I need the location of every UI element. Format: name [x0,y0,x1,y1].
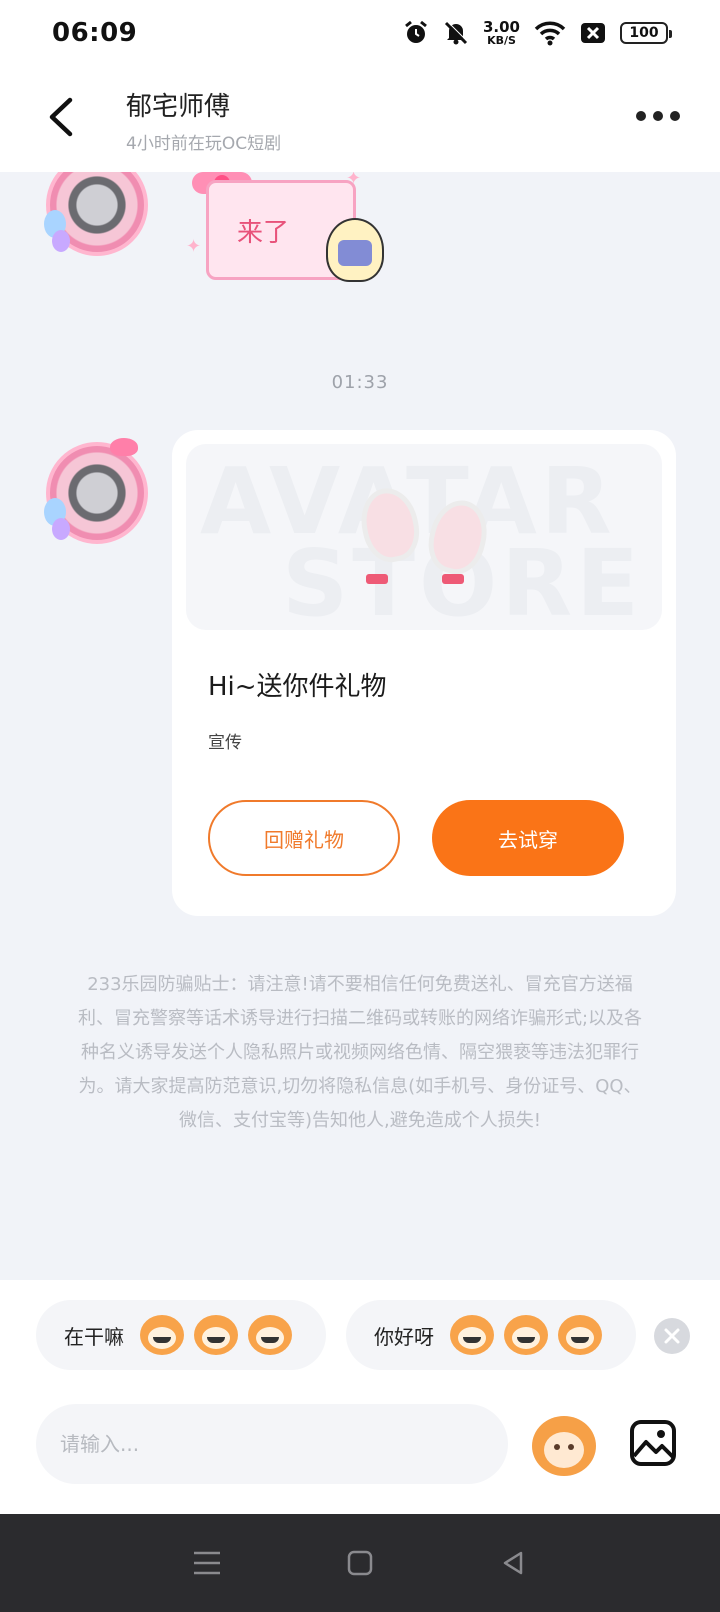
gift-title: Hi~送你件礼物 [208,672,387,702]
menu-icon [193,1551,220,1575]
more-dots-icon [636,111,646,121]
back-nav-button[interactable] [493,1543,533,1583]
more-options-button[interactable] [636,104,680,128]
alarm-icon [405,20,427,43]
image-icon [630,1420,676,1466]
chat-header: 郁宅师傅 4小时前在玩OC短剧 [0,66,720,172]
try-on-button[interactable]: 去试穿 [432,800,624,876]
sticker-message[interactable]: 来了 ✦ ✦ [186,172,398,298]
menu-nav-button[interactable] [187,1543,227,1583]
sim-off-icon [581,23,605,43]
network-speed: 3.00 KB/S [482,18,520,47]
mascot-emoji-icon [558,1315,602,1355]
quick-reply-label: 在干嘛 [64,1324,124,1349]
title-block: 郁宅师傅 4小时前在玩OC短剧 [126,86,281,154]
sticker-character [326,218,384,282]
image-picker-button[interactable] [628,1418,678,1468]
mascot-emoji-icon [194,1315,238,1355]
sparkle-icon: ✦ [186,236,202,257]
contact-name: 郁宅师傅 [126,92,231,122]
status-time: 06:09 [52,18,138,48]
gift-banner: AVATAR STORE [186,444,662,630]
anti-fraud-notice: 233乐园防骗贴士：请注意!请不要相信任何免费送礼、冒充官方送福利、冒充警察等话… [77,974,643,1131]
home-nav-button[interactable] [340,1543,380,1583]
battery-icon: 100 [620,22,672,44]
chat-messages[interactable]: 来了 ✦ ✦ 01:33 AVATAR STORE Hi~送你件礼物 宣传 回赠… [0,172,720,1280]
quick-reply-chip[interactable]: 你好呀 [346,1300,636,1370]
mascot-emoji-icon [450,1315,494,1355]
close-quick-replies-button[interactable] [654,1318,690,1354]
network-speed-unit: KB/S [487,34,516,47]
mascot-emoji-icon [248,1315,292,1355]
home-square-icon [347,1550,373,1576]
wifi-icon [534,21,566,46]
input-bar [0,1372,720,1514]
contact-status: 4小时前在玩OC短剧 [126,134,282,154]
mute-icon [444,21,468,45]
back-button[interactable] [42,94,82,140]
quick-reply-label: 你好呀 [374,1324,434,1349]
mascot-emoji-icon [140,1315,184,1355]
sticker-text: 来了 [236,217,289,248]
quick-reply-bar: 在干嘛 你好呀 [0,1280,720,1372]
quick-reply-chip[interactable]: 在干嘛 [36,1300,326,1370]
chevron-left-icon [49,97,73,137]
system-nav-bar [0,1514,720,1612]
contact-avatar[interactable] [44,172,148,256]
gift-tag: 宣传 [208,733,242,753]
status-icons: 3.00 KB/S 100 [403,18,672,47]
mascot-emoji-icon [504,1315,548,1355]
network-speed-value: 3.00 [482,18,520,36]
status-bar: 06:09 3.00 KB/S 100 [0,0,720,66]
message-timestamp: 01:33 [331,372,389,393]
return-gift-button[interactable]: 回赠礼物 [208,800,400,876]
back-triangle-icon [504,1551,523,1575]
gift-card[interactable]: AVATAR STORE Hi~送你件礼物 宣传 回赠礼物 去试穿 [172,430,676,916]
close-icon [664,1328,680,1344]
bow-decoration [110,438,138,456]
message-input[interactable] [36,1404,508,1484]
contact-avatar[interactable] [44,438,148,544]
sparkle-icon: ✦ [346,172,362,189]
emoji-mascot-button[interactable] [532,1416,596,1476]
